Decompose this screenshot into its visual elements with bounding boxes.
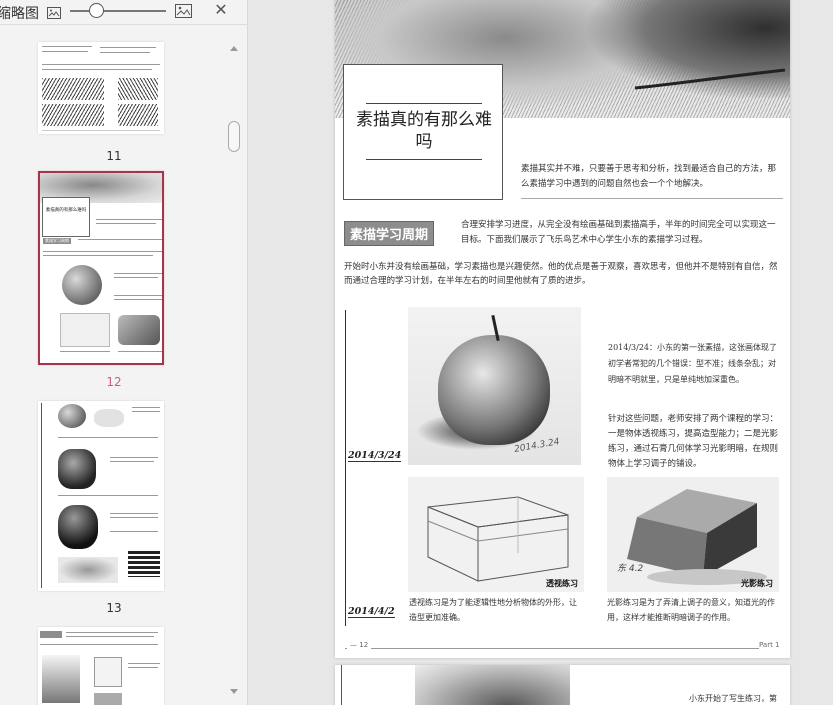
pear-stem	[635, 68, 786, 90]
thumbnail-scrollbar[interactable]	[228, 44, 240, 698]
intro-text: 素描其实并不难，只要善于思考和分析，找到最适合自己的方法，那么素描学习中遇到的问…	[521, 164, 777, 189]
perspective-label: 透视练习	[546, 579, 578, 588]
pdf-reader: 缩略图 ✕ 11 素描真的有那么难吗 素描学习周期 12 13 素描真的有那么难…	[0, 0, 833, 705]
close-icon[interactable]: ✕	[212, 1, 230, 19]
box-drawing	[427, 496, 569, 582]
intro-divider	[521, 198, 783, 199]
thumbnail-list[interactable]: 11 素描真的有那么难吗 素描学习周期 12 13	[0, 25, 228, 705]
section-text: 合理安排学习进度，从完全没有绘画基础到素描高手，半年的时间完全可以实现这一目标。…	[461, 220, 776, 245]
scrollbar-thumb[interactable]	[228, 121, 240, 152]
sidebar-header: 缩略图 ✕	[0, 0, 247, 24]
page-title: 素描真的有那么难吗	[356, 110, 492, 152]
footer-part-label: Part 1	[759, 641, 780, 649]
apple-sketch-image: 2014.3.24	[408, 307, 581, 465]
prism-signature: 东 4.2	[617, 564, 644, 574]
prism-drawing	[627, 489, 767, 585]
thumbnail-sidebar: 缩略图 ✕ 11 素描真的有那么难吗 素描学习周期 12 13	[0, 0, 248, 705]
image-small-icon[interactable]	[47, 4, 61, 19]
page-thumbnail-14[interactable]	[38, 627, 164, 705]
next-page-sketch-image	[415, 665, 570, 705]
page-thumbnail-13[interactable]	[38, 401, 164, 591]
title-box: 素描真的有那么难吗	[343, 64, 503, 200]
prism-sketch-image: 东 4.2 光影练习	[607, 477, 779, 592]
apple-shape	[438, 335, 550, 445]
zoom-slider-track[interactable]	[70, 10, 166, 12]
next-page-text: 小东开始了写生练习，第	[689, 694, 777, 703]
perspective-box-image: 透视练习	[408, 477, 584, 592]
body-paragraph: 开始时小东并没有绘画基础，学习素描也是兴趣使然。他的优点是善于观察，喜欢思考，但…	[344, 262, 778, 286]
footer-rule	[345, 648, 759, 649]
title-rule-bottom	[366, 159, 482, 160]
footer-page-number: — 12	[347, 641, 372, 649]
timeline-line	[345, 310, 346, 626]
scroll-up-icon[interactable]	[230, 46, 238, 51]
page-thumbnail-12[interactable]: 素描真的有那么难吗 素描学习周期	[38, 171, 164, 365]
page-number-11: 11	[106, 149, 122, 163]
light-shadow-label: 光影练习	[741, 579, 773, 588]
caption-plan: 针对这些问题，老师安排了两个课程的学习：一是物体透视练习，提高造型能力；二是光影…	[608, 414, 779, 469]
zoom-slider-handle[interactable]	[89, 3, 104, 18]
page-number-12: 12	[106, 375, 122, 389]
title-rule-top	[366, 103, 482, 104]
timeline-date-1: 2014/3/24	[348, 450, 402, 462]
mini-tag: 素描学习周期	[43, 238, 71, 244]
scroll-down-icon[interactable]	[230, 689, 238, 694]
sidebar-title: 缩略图	[0, 6, 39, 22]
page-number-13: 13	[106, 601, 122, 615]
section-tag: 素描学习周期	[344, 221, 435, 246]
timeline-date-2: 2014/4/2	[348, 606, 395, 618]
caption-light-shadow: 光影练习是为了弄清上调子的意义，知道光的作用，这样才能推断明暗调子的作用。	[607, 598, 775, 622]
mini-title: 素描真的有那么难吗	[45, 208, 87, 213]
image-large-icon[interactable]	[175, 3, 192, 18]
caption-first-sketch: 2014/3/24：小东的第一张素描，这张画体现了初学者常犯的几个错误：型不准；…	[608, 343, 778, 384]
page-thumbnail-11[interactable]	[38, 42, 164, 134]
document-page: 素描真的有那么难吗 素描其实并不难，只要善于思考和分析，找到最适合自己的方法，那…	[335, 0, 790, 658]
next-document-page: 小东开始了写生练习，第	[335, 665, 790, 705]
caption-perspective: 透视练习是为了能逻辑性地分析物体的外形，让造型更加准确。	[409, 598, 577, 622]
